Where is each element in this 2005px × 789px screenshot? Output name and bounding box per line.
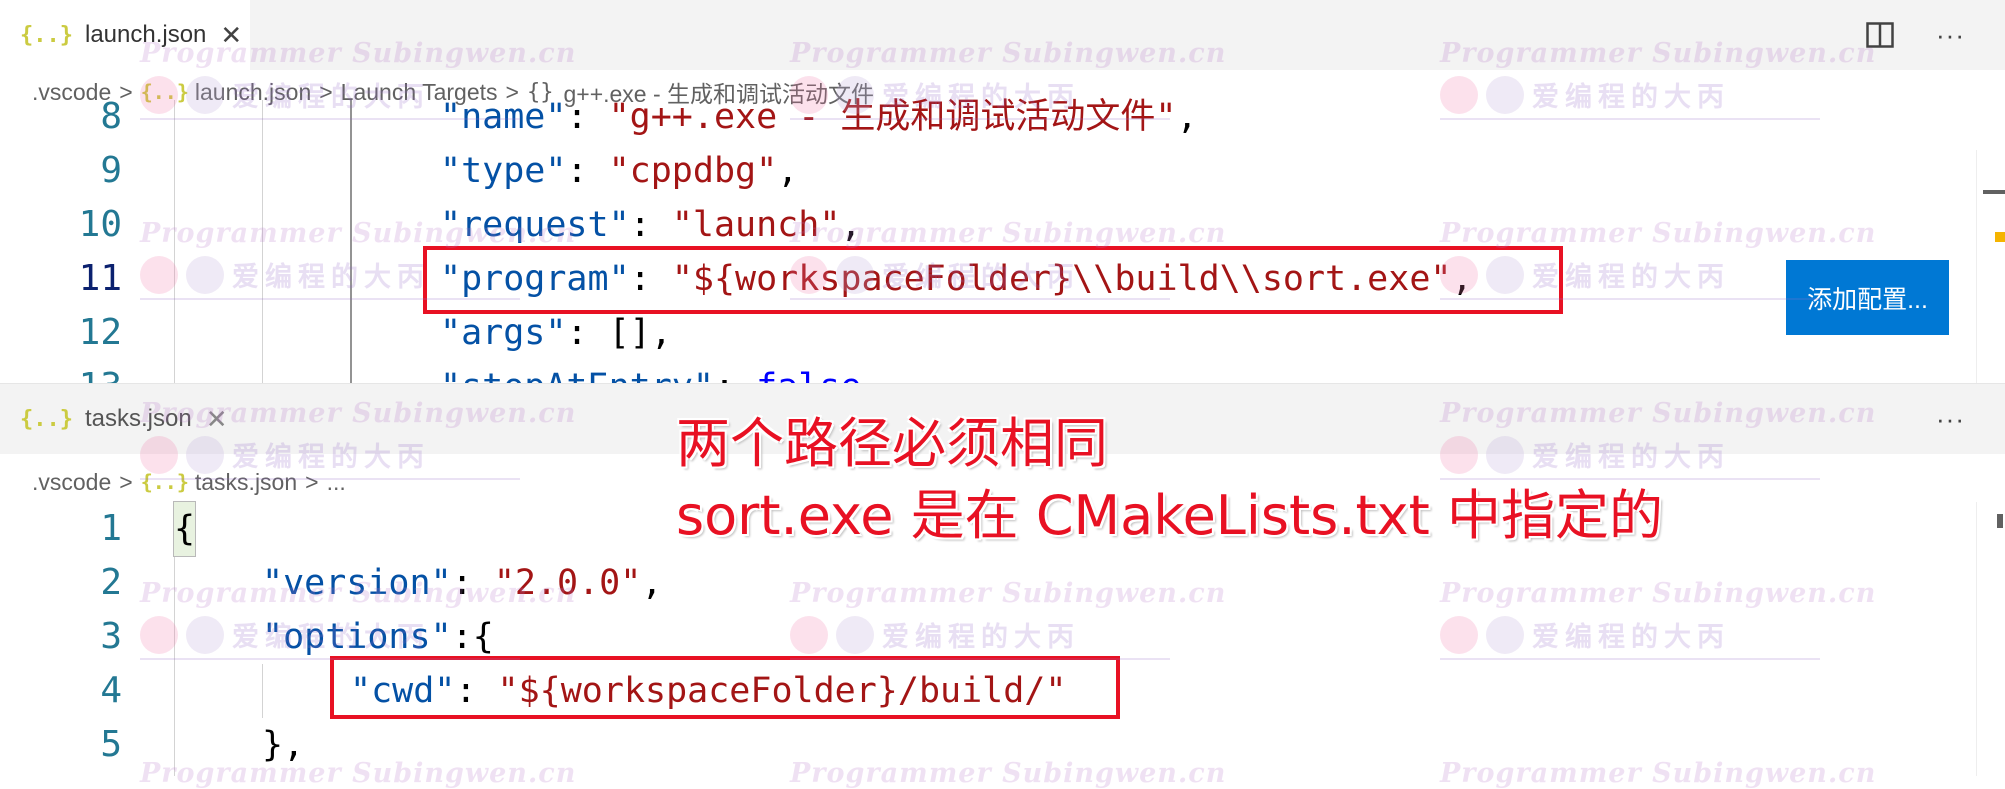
json-file-icon: {..}: [20, 22, 73, 48]
breadcrumb: .vscode > {..} tasks.json > ...: [32, 462, 346, 502]
chevron-right-icon: >: [119, 468, 133, 495]
line-number: 4: [100, 670, 122, 711]
code-text: "program": "${workspaceFolder}\\build\\s…: [440, 259, 1473, 299]
line-number: 8: [100, 96, 122, 137]
close-icon[interactable]: ✕: [206, 404, 228, 435]
code-text: "name": "g++.exe - 生成和调试活动文件",: [440, 97, 1198, 137]
line-number: 12: [78, 312, 122, 353]
annotation-text: 两个路径必须相同 sort.exe 是在 CMakeLists.txt 中指定的: [676, 408, 1663, 552]
code-line-current: 11 "program": "${workspaceFolder}\\build…: [0, 252, 2005, 306]
code-line: 3 "options":{: [0, 610, 2005, 664]
vertical-scrollbar[interactable]: [1976, 150, 2005, 383]
chevron-right-icon: >: [305, 468, 319, 495]
breadcrumb-more[interactable]: ...: [327, 469, 346, 496]
annotation-line-2: sort.exe 是在 CMakeLists.txt 中指定的: [676, 484, 1663, 547]
line-number: 9: [100, 150, 122, 191]
code-text: "request": "launch",: [440, 205, 862, 245]
editor-tab-bar: {..} launch.json ✕ ···: [0, 0, 2005, 70]
code-text: "options":{: [262, 617, 494, 657]
json-file-icon: {..}: [140, 470, 189, 494]
vertical-scrollbar[interactable]: [1976, 502, 2005, 776]
tab-tasks-json[interactable]: {..} tasks.json ✕: [0, 384, 240, 454]
annotation-line-1: 两个路径必须相同: [676, 412, 1108, 475]
line-number: 3: [100, 616, 122, 657]
launch-json-editor-pane: {..} launch.json ✕ ··· .vscode > {..} la…: [0, 0, 2005, 383]
code-line: 12 "args": [],: [0, 306, 2005, 360]
breadcrumb-file[interactable]: tasks.json: [195, 469, 297, 496]
code-text: "type": "cppdbg",: [440, 151, 799, 191]
editor-actions: ···: [1936, 384, 1965, 454]
code-text: },: [262, 725, 305, 765]
editor-actions: ···: [1866, 0, 1965, 70]
code-editor[interactable]: 8 "name": "g++.exe - 生成和调试活动文件", 9 "type…: [0, 96, 2005, 383]
scroll-marker: [1983, 190, 2005, 194]
scroll-marker-warning: [1995, 232, 2005, 242]
line-number: 5: [100, 724, 122, 765]
code-line: 13 "stopAtEntry": false: [0, 360, 2005, 383]
more-actions-icon[interactable]: ···: [1936, 20, 1965, 51]
tab-label: tasks.json: [84, 405, 192, 432]
split-editor-icon[interactable]: [1866, 22, 1894, 48]
code-text: "cwd": "${workspaceFolder}/build/": [350, 671, 1067, 711]
code-line: 2 "version": "2.0.0",: [0, 556, 2005, 610]
add-configuration-button[interactable]: 添加配置...: [1786, 260, 1949, 335]
bracket-match: {: [172, 501, 197, 557]
scroll-marker: [1997, 514, 2003, 528]
code-line: 4 "cwd": "${workspaceFolder}/build/": [0, 664, 2005, 718]
more-actions-icon[interactable]: ···: [1936, 404, 1965, 435]
code-line: 10 "request": "launch",: [0, 198, 2005, 252]
code-line: 8 "name": "g++.exe - 生成和调试活动文件",: [0, 90, 2005, 144]
code-text: "args": [],: [440, 313, 672, 353]
code-line: 9 "type": "cppdbg",: [0, 144, 2005, 198]
line-number: 1: [100, 508, 122, 549]
line-number: 13: [0, 360, 122, 383]
line-number: 10: [78, 204, 122, 245]
line-number: 2: [100, 562, 122, 603]
code-text: "stopAtEntry": false: [440, 360, 861, 383]
line-number: 11: [78, 258, 122, 299]
close-icon[interactable]: ✕: [220, 20, 242, 51]
breadcrumb-folder[interactable]: .vscode: [32, 469, 111, 496]
json-file-icon: {..}: [20, 406, 73, 432]
tab-label: launch.json: [84, 21, 207, 48]
code-line: 5 },: [0, 718, 2005, 772]
code-text: "version": "2.0.0",: [262, 563, 663, 603]
tab-launch-json[interactable]: {..} launch.json ✕: [0, 0, 250, 70]
